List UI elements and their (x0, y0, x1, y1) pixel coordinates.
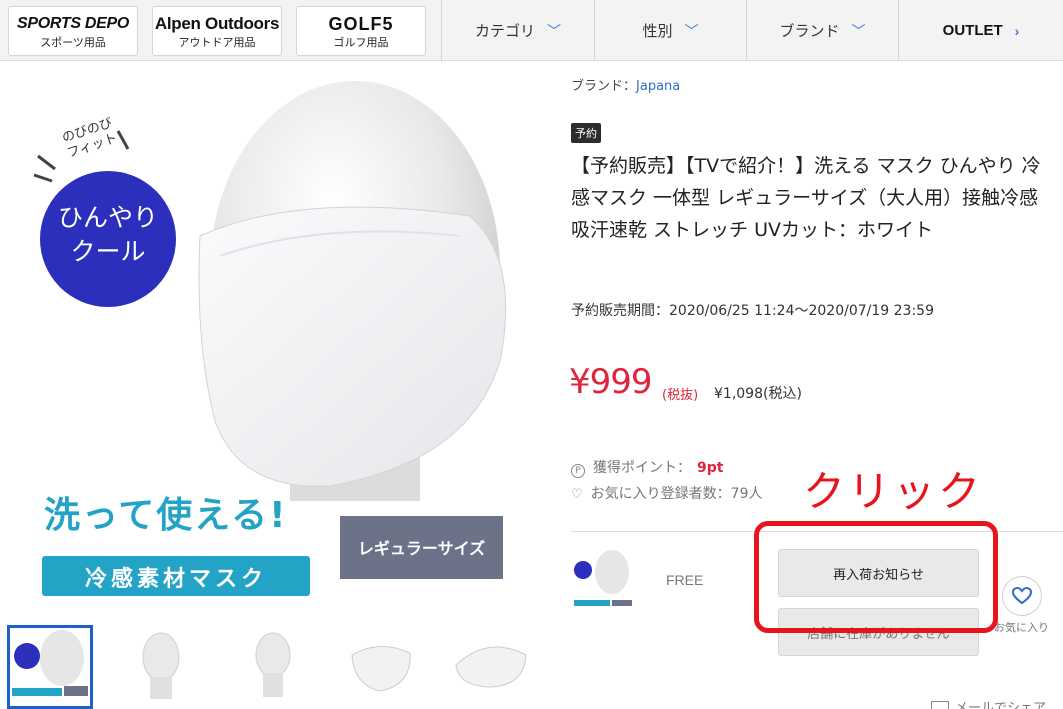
site-header: SPORTS DEPO スポーツ用品 Alpen Outdoors アウトドア用… (0, 0, 1063, 61)
favorite-label: お気に入り (994, 621, 1049, 634)
headline-text: 洗って使える! (44, 495, 288, 536)
store-stock-button[interactable]: 店舗に在庫がありません (778, 608, 979, 656)
nav-label: OUTLET (942, 22, 1003, 39)
chevron-down-icon: ﹀ (547, 23, 561, 40)
nav-label: ブランド (779, 22, 840, 40)
main-product-image[interactable]: のびのび フィット ひんやり クール 洗って使える! 冷感素材マスク レギュラー… (0, 61, 552, 621)
favorite-count-row: ♡ お気に入り登録者数：79人 (571, 483, 762, 503)
points-label: 獲得ポイント： (593, 460, 691, 476)
store-logo-sports-depo[interactable]: SPORTS DEPO スポーツ用品 (8, 6, 138, 56)
size-label: FREE (666, 572, 704, 588)
favorite-count: お気に入り登録者数：79人 (590, 486, 763, 502)
store-sub: ゴルフ用品 (333, 36, 389, 49)
cool-circle-text: ひんやり クール (48, 201, 168, 269)
brand-link[interactable]: Japana (636, 79, 680, 94)
circle-line1: ひんやり (57, 203, 158, 232)
store-sub: スポーツ用品 (40, 36, 106, 49)
heart-icon (1012, 587, 1032, 605)
thumbnail-1[interactable] (7, 625, 93, 709)
points-value: 9pt (697, 460, 724, 476)
points-row: P 獲得ポイント： 9pt (571, 457, 723, 478)
mail-icon (931, 701, 949, 709)
nav-label: 性別 (642, 22, 673, 40)
thumbnail-4[interactable] (340, 625, 426, 709)
brand-line: ブランド：Japana (571, 75, 680, 94)
divider (571, 531, 1063, 532)
thumbnail-2[interactable] (118, 625, 204, 709)
chevron-down-icon: ﹀ (684, 23, 699, 40)
mail-share-label: メールでシェア (955, 701, 1047, 709)
thumbnail-image (142, 632, 180, 699)
size-tag-text: レギュラーサイズ (357, 539, 486, 558)
variant-thumbnail (572, 548, 634, 614)
price-tax-included: ¥1,098(税込) (714, 386, 802, 402)
thumbnail-5[interactable] (448, 625, 534, 709)
tax-excluded-label: (税抜) (662, 388, 699, 403)
thumbnail-image (455, 646, 527, 688)
product-title: 【予約販売】【TVで紹介！】洗える マスク ひんやり 冷感マスク 一体型 レギュ… (571, 155, 1041, 241)
preorder-period: 予約販売期間：2020/06/25 11:24〜2020/07/19 23:59 (571, 303, 934, 319)
nav-category[interactable]: カテゴリ ﹀ (441, 0, 594, 61)
annotation-click-text: クリック (803, 467, 984, 516)
thumbnail-image (351, 646, 411, 692)
thumbnail-image (255, 632, 291, 697)
store-logo-alpen-outdoors[interactable]: Alpen Outdoors アウトドア用品 (152, 6, 282, 56)
store-sub: アウトドア用品 (178, 36, 256, 49)
favorite-button[interactable] (1002, 576, 1042, 616)
banner-text: 冷感素材マスク (84, 567, 267, 592)
circle-line2: クール (70, 237, 146, 266)
points-icon: P (571, 464, 585, 478)
store-name: Alpen Outdoors (154, 14, 280, 33)
nav-gender[interactable]: 性別 ﹀ (594, 0, 746, 61)
store-name: SPORTS DEPO (17, 15, 129, 32)
variant-image (574, 550, 632, 606)
mail-share-link[interactable]: メールでシェア (931, 697, 1046, 709)
store-logo-golf5[interactable]: GOLF5 ゴルフ用品 (296, 6, 426, 56)
chevron-right-icon: › (1014, 22, 1020, 39)
thumbnail-3[interactable] (230, 625, 316, 709)
nav-label: カテゴリ (474, 22, 535, 40)
preorder-badge: 予約 (571, 123, 601, 143)
thumbnail-strip (0, 621, 552, 709)
brand-label: ブランド： (571, 79, 637, 94)
price: ¥999 (569, 362, 653, 402)
thumbnail-image (12, 630, 88, 696)
store-name: GOLF5 (328, 14, 394, 34)
chevron-down-icon: ﹀ (851, 23, 866, 40)
nav-brand[interactable]: ブランド ﹀ (746, 0, 898, 61)
restock-notify-button[interactable]: 再入荷お知らせ (778, 549, 979, 597)
nav-outlet[interactable]: OUTLET › (898, 0, 1063, 61)
heart-icon: ♡ (571, 487, 583, 502)
